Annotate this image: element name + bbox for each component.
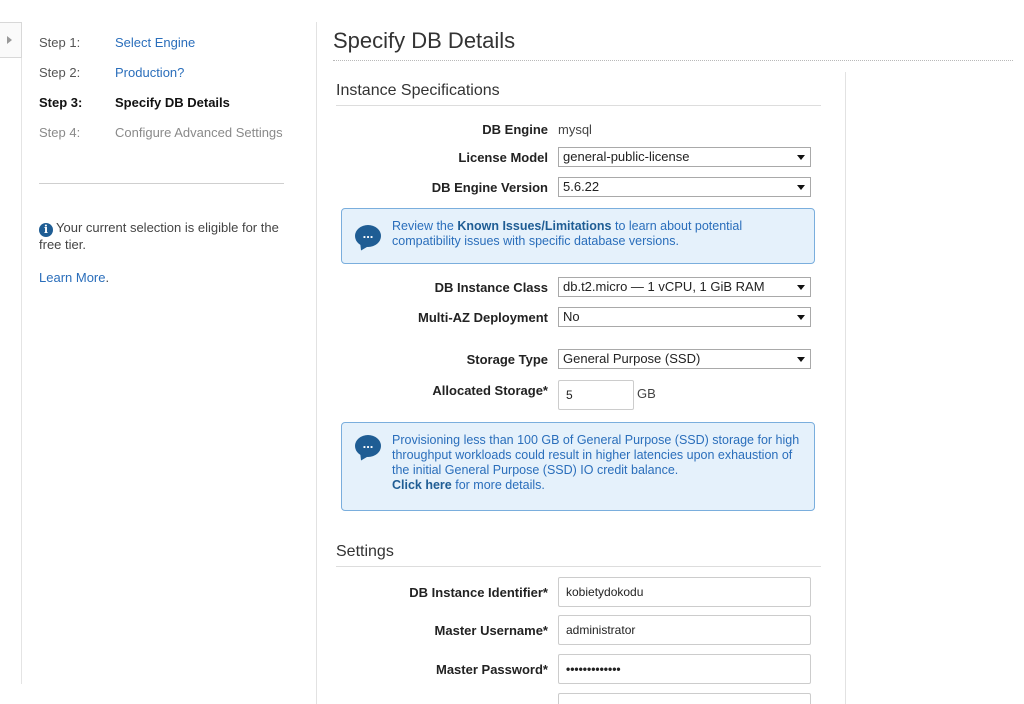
page-title: Specify DB Details: [333, 28, 516, 53]
allocated-storage-unit: GB: [637, 386, 656, 401]
right-column-divider: [845, 72, 846, 704]
step-number: Step 2:: [39, 65, 81, 80]
storage-notice: ... Provisioning less than 100 GB of Gen…: [341, 422, 815, 511]
wizard-step-4: Step 4: Configure Advanced Settings: [39, 125, 309, 147]
free-tier-notice: i Your current selection is eligible for …: [39, 220, 294, 253]
multi-az-value: No: [563, 309, 580, 324]
column-divider: [316, 22, 317, 704]
title-rule: [333, 60, 1013, 61]
wizard-steps: Step 1: Select Engine Step 2: Production…: [39, 35, 309, 155]
confirm-password-input[interactable]: [558, 693, 811, 704]
engine-version-row: DB Engine Version 5.6.22: [336, 176, 821, 198]
allocated-storage-label: Allocated Storage*: [432, 383, 548, 398]
section-rule: [336, 105, 821, 106]
learn-more-link[interactable]: Learn More: [39, 270, 105, 285]
wizard-step-3: Step 3: Specify DB Details: [39, 95, 309, 117]
db-engine-label: DB Engine: [482, 121, 548, 137]
instance-identifier-label: DB Instance Identifier*: [409, 584, 548, 600]
speech-bubble-icon: ...: [355, 435, 381, 457]
dropdown-arrow-icon: [797, 185, 805, 190]
storage-notice-text: Provisioning less than 100 GB of General…: [392, 433, 800, 477]
allocated-storage-row: Allocated Storage* 5 GB: [336, 380, 821, 410]
engine-version-select[interactable]: 5.6.22: [558, 177, 811, 197]
learn-more-period: .: [105, 270, 110, 285]
info-circle-icon: i: [39, 223, 53, 237]
steps-divider: [39, 183, 284, 184]
known-issues-link[interactable]: Known Issues/Limitations: [457, 219, 611, 233]
master-password-row: Master Password* •••••••••••••: [336, 654, 821, 684]
section-title-settings: Settings: [336, 543, 394, 560]
free-tier-text: Your current selection is eligible for t…: [39, 220, 279, 252]
expand-arrow-icon: [7, 36, 12, 44]
instance-identifier-row: DB Instance Identifier* kobietydokodu: [336, 577, 821, 607]
step-future-label: Configure Advanced Settings: [115, 125, 283, 140]
confirm-password-row: [336, 693, 821, 704]
storage-type-row: Storage Type General Purpose (SSD): [336, 348, 821, 370]
engine-version-value: 5.6.22: [563, 179, 600, 194]
db-engine-row: DB Engine mysql: [336, 118, 821, 140]
storage-type-label: Storage Type: [466, 351, 548, 367]
master-username-row: Master Username* administrator: [336, 615, 821, 645]
step-number: Step 3:: [39, 95, 83, 110]
wizard-step-1[interactable]: Step 1: Select Engine: [39, 35, 309, 57]
instance-class-label: DB Instance Class: [434, 279, 548, 295]
master-password-input[interactable]: •••••••••••••: [558, 654, 811, 684]
step-number: Step 1:: [39, 35, 81, 50]
learn-more-row: Learn More.: [39, 270, 109, 285]
multi-az-label: Multi-AZ Deployment: [418, 309, 548, 325]
step-number: Step 4:: [39, 125, 81, 140]
instance-class-row: DB Instance Class db.t2.micro — 1 vCPU, …: [336, 276, 821, 298]
dropdown-arrow-icon: [797, 155, 805, 160]
license-model-row: License Model general-public-license: [336, 146, 821, 168]
dropdown-arrow-icon: [797, 285, 805, 290]
dropdown-arrow-icon: [797, 357, 805, 362]
instance-identifier-input[interactable]: kobietydokodu: [558, 577, 811, 607]
license-model-value: general-public-license: [563, 149, 690, 164]
license-model-select[interactable]: general-public-license: [558, 147, 811, 167]
wizard-step-2[interactable]: Step 2: Production?: [39, 65, 309, 87]
instance-class-value: db.t2.micro — 1 vCPU, 1 GiB RAM: [563, 279, 765, 294]
storage-type-value: General Purpose (SSD): [563, 351, 701, 366]
allocated-storage-input[interactable]: 5: [558, 380, 634, 410]
section-rule: [336, 566, 821, 567]
master-username-label: Master Username*: [434, 622, 548, 638]
license-model-label: License Model: [458, 149, 548, 165]
engine-version-label: DB Engine Version: [431, 179, 548, 195]
master-username-input[interactable]: administrator: [558, 615, 811, 645]
side-panel-strip: [0, 22, 22, 684]
known-issues-notice: ... Review the Known Issues/Limitations …: [341, 208, 815, 264]
multi-az-row: Multi-AZ Deployment No: [336, 306, 821, 328]
storage-notice-suffix: for more details.: [451, 478, 545, 492]
notice-prefix: Review the: [392, 219, 458, 233]
dropdown-arrow-icon: [797, 315, 805, 320]
multi-az-select[interactable]: No: [558, 307, 811, 327]
instance-class-select[interactable]: db.t2.micro — 1 vCPU, 1 GiB RAM: [558, 277, 811, 297]
step-current-label: Specify DB Details: [115, 95, 230, 110]
expand-panel-button[interactable]: [0, 22, 22, 58]
step-link-select-engine[interactable]: Select Engine: [115, 35, 195, 57]
db-engine-value: mysql: [558, 121, 592, 137]
section-title-instance-specs: Instance Specifications: [336, 82, 500, 99]
master-password-label: Master Password*: [436, 661, 548, 677]
storage-notice-link[interactable]: Click here: [392, 478, 452, 492]
storage-type-select[interactable]: General Purpose (SSD): [558, 349, 811, 369]
step-link-production[interactable]: Production?: [115, 65, 184, 87]
speech-bubble-icon: ...: [355, 225, 381, 247]
